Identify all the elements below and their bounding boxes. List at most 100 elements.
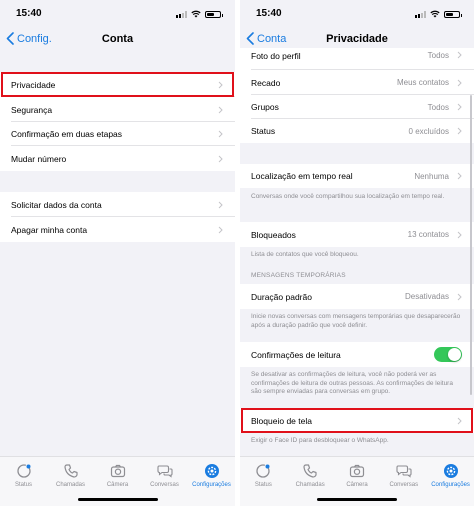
chevron-right-icon (218, 155, 223, 162)
phone-icon (303, 464, 317, 478)
tab-label: Câmera (106, 482, 129, 488)
item-label: Duração padrão (251, 291, 312, 302)
scrollbar[interactable] (470, 95, 472, 395)
privacy-item-read-receipts: Confirmações de leitura (240, 342, 474, 367)
signal-icon (415, 10, 426, 18)
account-item-change-number[interactable]: Mudar número (0, 146, 235, 171)
chat-bubbles-icon (396, 465, 412, 478)
chevron-right-icon (457, 127, 462, 135)
item-label: Confirmação em duas etapas (11, 129, 123, 139)
chat-bubbles-icon (156, 465, 173, 478)
chevron-right-icon (218, 130, 223, 138)
privacy-item-default-timer[interactable]: Duração padrão Desativadas (240, 284, 474, 309)
camera-icon (349, 464, 365, 478)
item-label: Solicitar dados da conta (11, 199, 102, 210)
tab-label: Status (254, 482, 272, 488)
tab-status[interactable]: Status (240, 463, 286, 488)
camera-icon (110, 464, 125, 478)
read-receipts-toggle[interactable] (434, 347, 462, 362)
disappearing-note: Inicie novas conversas com mensagens tem… (251, 313, 461, 329)
item-value: Meus contatos (396, 78, 449, 87)
account-screen: 15:40 Config. Conta Privacidade Seguranç… (0, 0, 235, 506)
item-label: Localização em tempo real (251, 171, 353, 181)
wifi-icon (430, 10, 440, 18)
tab-label: Status (14, 482, 32, 488)
item-value: Nenhuma (414, 171, 449, 181)
chevron-right-icon (457, 103, 462, 111)
account-item-delete-account[interactable]: Apagar minha conta (0, 217, 235, 242)
gear-icon (443, 464, 458, 478)
item-label: Confirmações de leitura (251, 349, 341, 360)
item-value: 13 contatos (407, 230, 449, 239)
live-location-note: Conversas onde você compartilhou sua loc… (251, 193, 445, 200)
privacy-screen: 15:40 Conta Privacidade Foto do perfil T… (240, 0, 474, 506)
account-item-two-step[interactable]: Confirmação em duas etapas (0, 122, 235, 146)
item-label: Bloqueados (251, 229, 296, 240)
tab-settings[interactable]: Configurações (189, 463, 235, 488)
tab-label: Câmera (346, 482, 368, 488)
item-label: Apagar minha conta (11, 224, 88, 235)
chevron-right-icon (457, 293, 462, 300)
tab-status[interactable]: Status (1, 463, 47, 488)
item-value: Todos (427, 102, 449, 112)
tab-calls[interactable]: Chamadas (48, 463, 94, 488)
battery-icon (444, 10, 462, 18)
tab-label: Conversas (389, 482, 419, 488)
account-item-request-info[interactable]: Solicitar dados da conta (0, 192, 235, 217)
tab-camera[interactable]: Câmera (334, 463, 380, 488)
chevron-right-icon (457, 231, 462, 238)
tab-camera[interactable]: Câmera (95, 463, 141, 488)
nav-bar: Config. Conta (0, 28, 235, 52)
account-item-security[interactable]: Segurança (0, 97, 235, 122)
status-icon (256, 464, 271, 478)
chevron-right-icon (218, 226, 223, 233)
blocked-note: Lista de contatos que você bloqueou. (251, 251, 359, 258)
item-label: Segurança (11, 104, 53, 115)
tab-label: Chamadas (295, 482, 325, 488)
section-header: MENSAGENS TEMPORÁRIAS (251, 272, 346, 279)
page-title: Conta (101, 33, 134, 45)
highlight-box (1, 72, 234, 97)
status-bar: 15:40 (240, 0, 474, 26)
tab-settings[interactable]: Configurações (428, 463, 474, 488)
privacy-item-groups[interactable]: Grupos Todos (240, 95, 474, 119)
status-time: 15:40 (256, 8, 282, 19)
status-icon (16, 464, 31, 478)
read-receipts-note: Se desativar as confirmações de leitura,… (251, 371, 453, 395)
tab-calls[interactable]: Chamadas (287, 463, 333, 488)
signal-icon (176, 10, 187, 18)
item-label: Recado (251, 77, 281, 88)
item-value: Todos (427, 51, 449, 60)
item-label: Mudar número (11, 153, 67, 164)
chevron-right-icon (457, 51, 462, 59)
home-indicator (77, 498, 158, 501)
tab-chats[interactable]: Conversas (381, 463, 427, 488)
privacy-item-blocked[interactable]: Bloqueados 13 contatos (240, 222, 474, 247)
chevron-right-icon (457, 172, 462, 180)
item-label: Foto do perfil (251, 51, 301, 61)
tab-label: Configurações (431, 482, 470, 488)
chevron-right-icon (218, 106, 223, 113)
item-label: Status (251, 126, 276, 136)
tab-label: Chamadas (55, 482, 85, 488)
tab-label: Configurações (192, 482, 231, 488)
item-value: 0 excluídos (408, 126, 449, 136)
tab-chats[interactable]: Conversas (142, 463, 188, 488)
page-title: Privacidade (326, 33, 388, 45)
phone-icon (63, 464, 78, 478)
privacy-item-profile-photo[interactable]: Foto do perfil Todos (240, 48, 474, 70)
wifi-icon (191, 10, 201, 18)
privacy-item-status[interactable]: Status 0 excluídos (240, 119, 474, 143)
tab-label: Conversas (150, 482, 179, 488)
item-label: Grupos (251, 102, 279, 112)
chevron-right-icon (457, 79, 462, 86)
tab-bar: Status Chamadas Câmera Conversas Configu… (0, 456, 235, 506)
home-indicator (317, 498, 397, 501)
item-value: Desativadas (404, 292, 449, 301)
privacy-item-live-location[interactable]: Localização em tempo real Nenhuma (240, 164, 474, 188)
screen-lock-note: Exigir o Face ID para desbloquear o What… (251, 437, 389, 444)
privacy-item-about[interactable]: Recado Meus contatos (240, 70, 474, 95)
highlight-box (241, 408, 473, 433)
gear-icon (204, 464, 219, 478)
chevron-right-icon (218, 201, 223, 208)
